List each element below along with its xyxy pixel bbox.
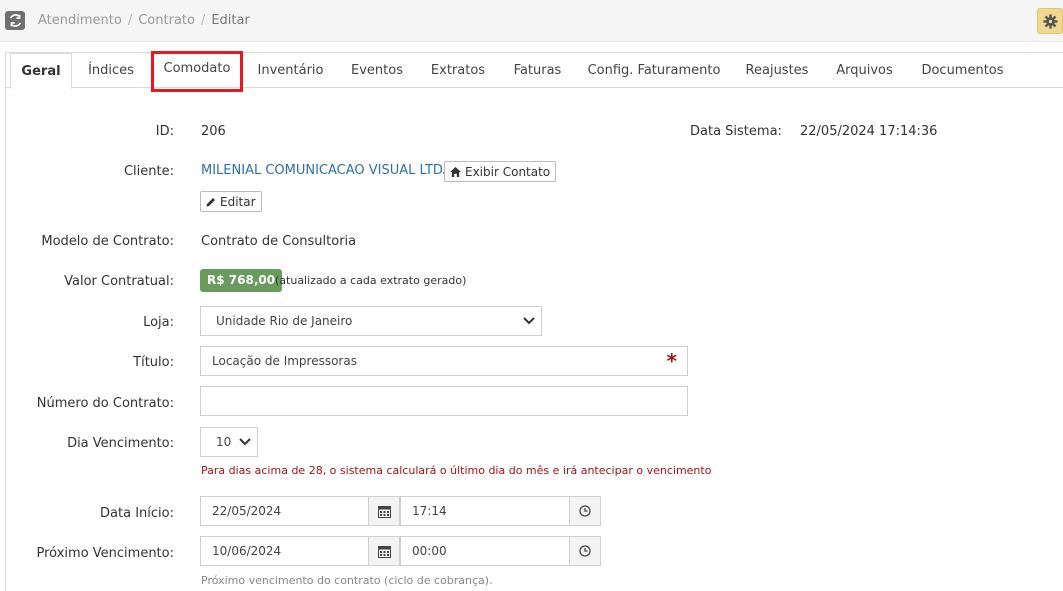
cliente-label: Cliente: (123, 164, 174, 179)
inicio-clock-button[interactable] (569, 496, 601, 526)
id-label: ID: (155, 124, 174, 139)
tab-faturas[interactable]: Faturas (503, 53, 572, 88)
calendar-icon (377, 505, 391, 518)
settings-button[interactable] (1037, 8, 1063, 34)
home-icon (450, 166, 461, 177)
clock-icon (579, 505, 591, 517)
valor-note: (atualizado a cada extrato gerado) (275, 274, 467, 287)
titulo-label: Título: (133, 355, 174, 370)
modelo-label: Modelo de Contrato: (41, 234, 174, 249)
breadcrumb-atendimento[interactable]: Atendimento (38, 13, 122, 28)
numero-label: Número do Contrato: (36, 396, 174, 411)
proximo-label: Próximo Vencimento: (36, 546, 175, 561)
proximo-time-value: 00:00 (412, 544, 447, 558)
breadcrumb-editar: Editar (211, 13, 250, 28)
breadcrumb-separator: / (200, 13, 206, 28)
loja-select[interactable]: Unidade Rio de Janeiro (200, 306, 542, 336)
loja-label: Loja: (143, 315, 174, 330)
id-value: 206 (201, 124, 226, 139)
modelo-value: Contrato de Consultoria (201, 234, 357, 249)
inicio-time-input[interactable]: 17:14 (400, 496, 570, 526)
titulo-input[interactable]: Locação de Impressoras * (200, 346, 688, 376)
inicio-time-value: 17:14 (412, 504, 447, 518)
tab-config-faturamento[interactable]: Config. Faturamento (581, 53, 727, 88)
cliente-link[interactable]: MILENIAL COMUNICACAO VISUAL LTDA (201, 163, 452, 178)
required-marker: * (666, 349, 677, 373)
numero-input[interactable] (200, 386, 688, 416)
chevron-down-icon (239, 438, 251, 446)
inicio-label: Data Início: (100, 506, 174, 521)
breadcrumb: Atendimento / Contrato / Editar (38, 13, 250, 28)
tab-geral[interactable]: Geral (10, 53, 72, 89)
tab-bar: Geral Índices Comodato Inventário Evento… (6, 51, 1063, 92)
proximo-date-value: 10/06/2024 (212, 544, 282, 558)
tab-documentos[interactable]: Documentos (911, 53, 1014, 88)
dia-select[interactable]: 10 (200, 427, 258, 457)
breadcrumb-separator: / (127, 13, 133, 28)
inicio-date-value: 22/05/2024 (212, 504, 282, 518)
exibir-contato-button[interactable]: Exibir Contato (444, 161, 557, 182)
proximo-date-input[interactable]: 10/06/2024 (200, 536, 369, 566)
data-sistema-value: 22/05/2024 17:14:36 (800, 124, 938, 139)
inicio-date-input[interactable]: 22/05/2024 (200, 496, 369, 526)
data-sistema-label: Data Sistema: (690, 124, 782, 139)
tab-reajustes[interactable]: Reajustes (736, 53, 818, 88)
tab-comodato[interactable]: Comodato (151, 51, 243, 92)
gear-icon (1042, 13, 1058, 29)
valor-label: Valor Contratual: (64, 274, 174, 289)
loja-value: Unidade Rio de Janeiro (216, 314, 353, 328)
dia-value: 10 (216, 435, 232, 449)
calendar-icon (377, 545, 391, 558)
tab-eventos[interactable]: Eventos (341, 53, 413, 88)
refresh-icon (9, 14, 21, 27)
tab-arquivos[interactable]: Arquivos (826, 53, 903, 88)
proximo-hint: Próximo vencimento do contrato (ciclo de… (201, 574, 493, 587)
tab-inventario[interactable]: Inventário (248, 53, 333, 88)
valor-badge: R$ 768,00 (200, 269, 283, 292)
breadcrumb-contrato[interactable]: Contrato (138, 13, 195, 28)
refresh-button[interactable] (5, 11, 25, 30)
chevron-down-icon (523, 317, 535, 325)
exibir-contato-label: Exibir Contato (465, 164, 551, 179)
dia-hint: Para dias acima de 28, o sistema calcula… (201, 464, 712, 477)
proximo-calendar-button[interactable] (368, 536, 400, 566)
proximo-time-input[interactable]: 00:00 (400, 536, 570, 566)
proximo-clock-button[interactable] (569, 536, 601, 566)
titulo-value: Locação de Impressoras (212, 354, 357, 368)
editar-label: Editar (220, 194, 256, 209)
tab-extratos[interactable]: Extratos (421, 53, 495, 88)
editar-cliente-button[interactable]: Editar (200, 191, 262, 212)
dia-label: Dia Vencimento: (67, 436, 174, 451)
pencil-icon (206, 197, 215, 206)
clock-icon (579, 545, 591, 557)
tab-indices[interactable]: Índices (78, 53, 144, 88)
inicio-calendar-button[interactable] (368, 496, 400, 526)
top-bar: Atendimento / Contrato / Editar (0, 0, 1063, 42)
